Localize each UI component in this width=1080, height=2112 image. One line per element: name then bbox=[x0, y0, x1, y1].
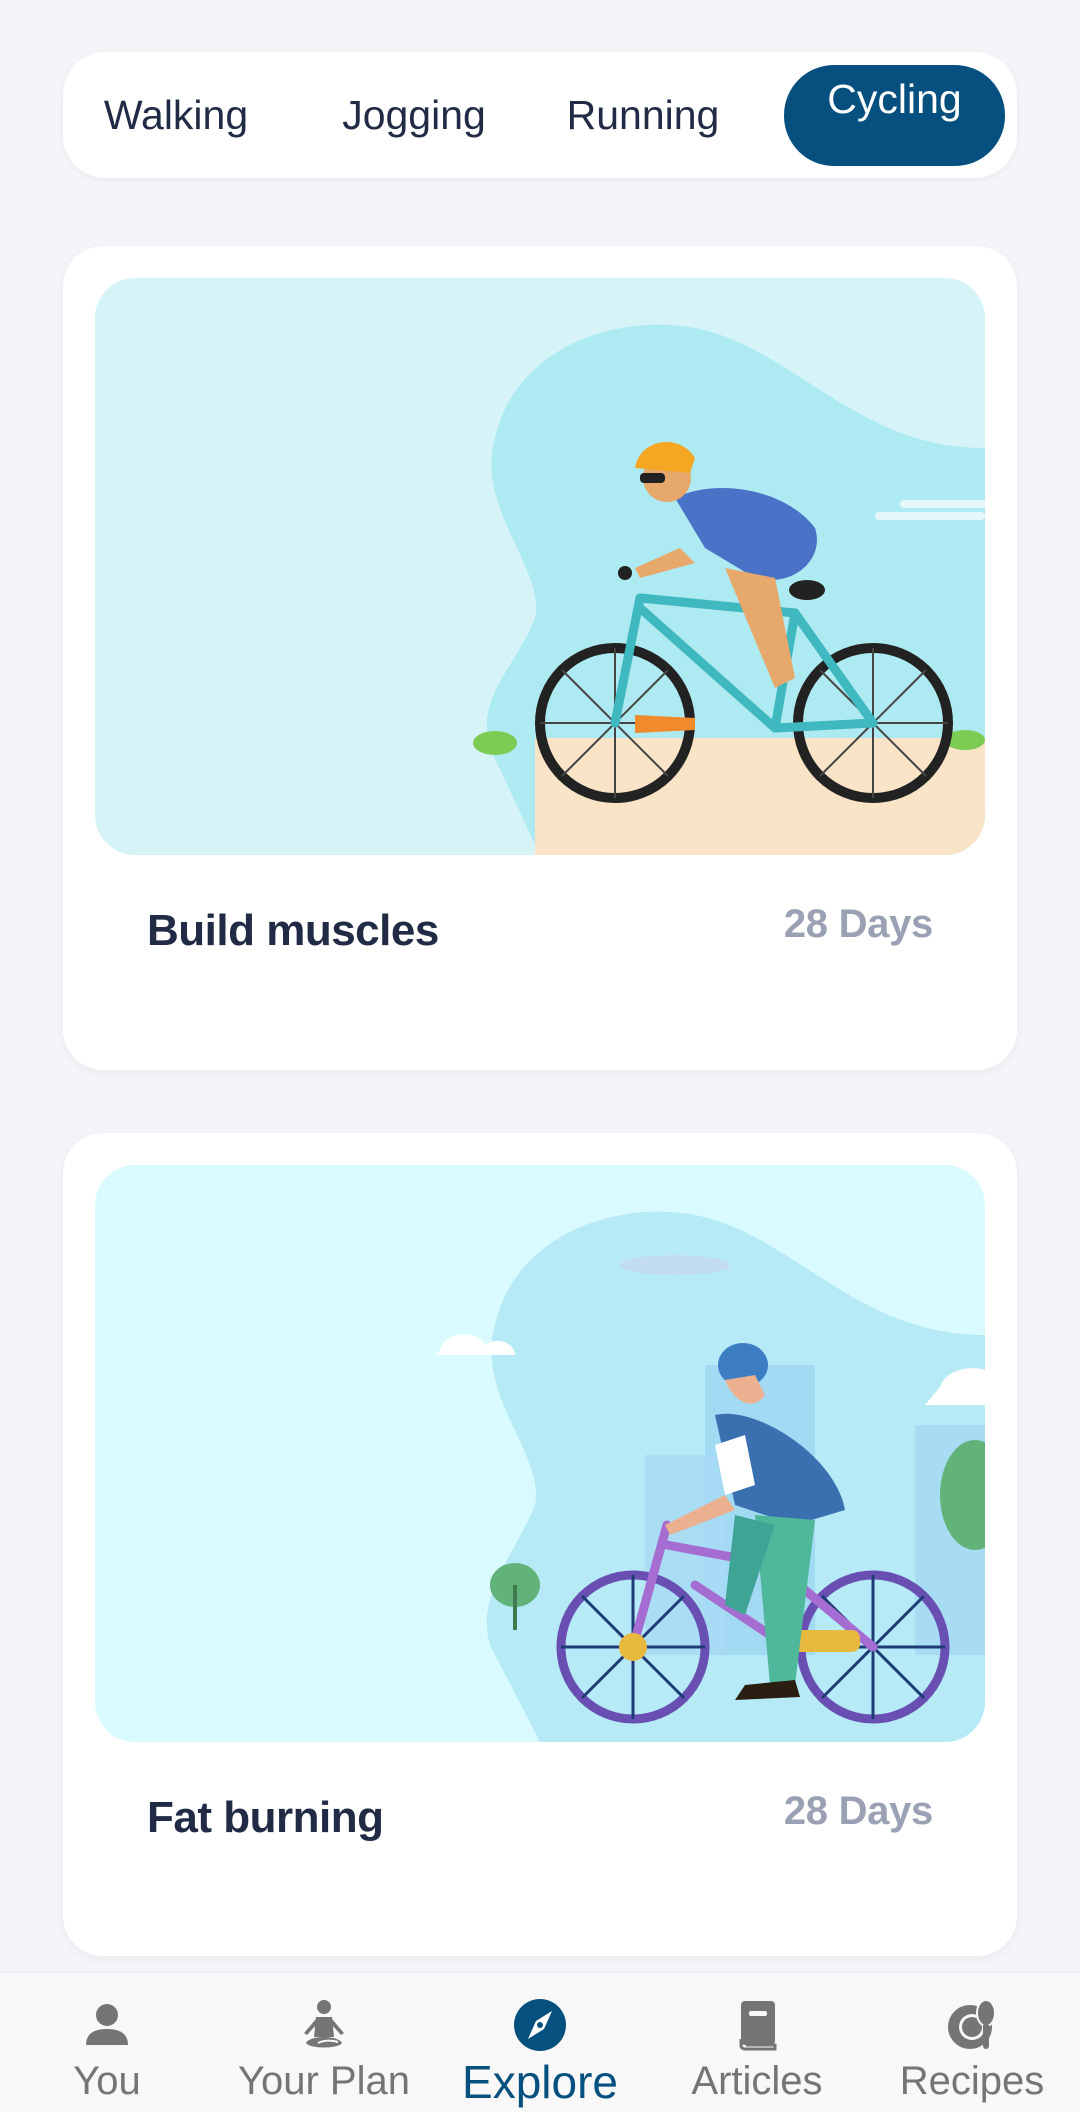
card-title: Build muscles bbox=[147, 906, 439, 955]
meditation-icon bbox=[304, 2000, 344, 2048]
nav-label: Your Plan bbox=[238, 2059, 410, 2103]
plan-card-build-muscles[interactable]: Build muscles 28 Days bbox=[63, 246, 1017, 1070]
nav-item-articles[interactable]: Articles bbox=[684, 1973, 830, 2112]
card-duration: 28 Days bbox=[783, 902, 933, 946]
activity-segment-bar: Walking Jogging Running Cycling bbox=[63, 52, 1017, 178]
cyclist-road-bike-illustration bbox=[95, 278, 985, 855]
segment-walking[interactable]: Walking bbox=[83, 65, 269, 166]
card-duration: 28 Days bbox=[783, 1789, 933, 1833]
compass-icon bbox=[514, 1999, 566, 2051]
plan-card-fat-burning[interactable]: Fat burning 28 Days bbox=[63, 1133, 1017, 1956]
bottom-navigation: You Your Plan Explore Articles Recipes bbox=[0, 1972, 1080, 2112]
nav-label: You bbox=[73, 2059, 141, 2103]
nav-item-your-plan[interactable]: Your Plan bbox=[226, 1973, 422, 2112]
card-title: Fat burning bbox=[147, 1793, 384, 1842]
nav-label: Articles bbox=[691, 2059, 823, 2103]
nav-item-recipes[interactable]: Recipes bbox=[898, 1973, 1046, 2112]
segment-jogging[interactable]: Jogging bbox=[319, 65, 509, 166]
nav-item-explore[interactable]: Explore bbox=[458, 1973, 622, 2112]
nav-label: Explore bbox=[462, 2056, 618, 2108]
plate-spoon-icon bbox=[948, 1999, 996, 2049]
segment-running[interactable]: Running bbox=[553, 65, 733, 166]
nav-label: Recipes bbox=[899, 2059, 1045, 2103]
book-icon bbox=[739, 2001, 777, 2051]
person-icon bbox=[86, 2004, 128, 2045]
segment-cycling[interactable]: Cycling bbox=[784, 65, 1005, 166]
nav-item-you[interactable]: You bbox=[48, 1973, 166, 2112]
cyclist-city-bike-illustration bbox=[95, 1165, 985, 1742]
